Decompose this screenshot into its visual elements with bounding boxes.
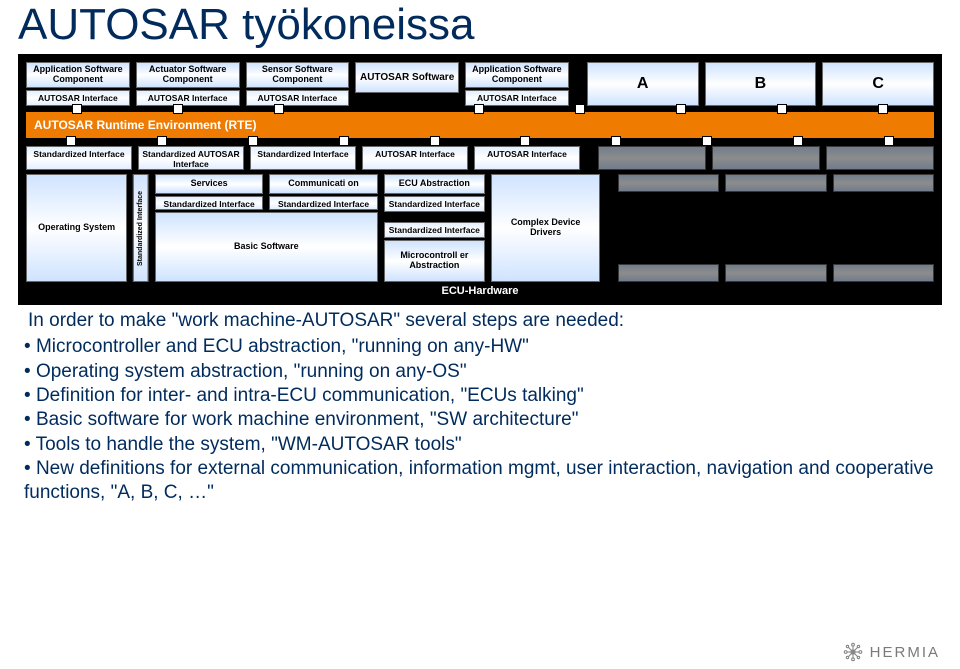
interface-ports-mid (26, 136, 934, 146)
bullet-item: Definition for inter- and intra-ECU comm… (24, 384, 942, 408)
ecu-abstraction-block: ECU Abstraction (384, 174, 485, 194)
extension-b: B (705, 62, 817, 106)
autosar-interface: AUTOSAR Interface (474, 146, 580, 170)
communication-block: Communicati on (269, 174, 377, 194)
standardized-interface: Standardized Interface (269, 196, 377, 210)
extension-a: A (587, 62, 699, 106)
logo-icon (842, 641, 864, 663)
basic-software-block: Basic Software (155, 212, 378, 282)
standardized-interface: Standardized Interface (384, 222, 485, 238)
logo-text: HERMIA (870, 644, 940, 661)
bullet-item: Microcontroller and ECU abstraction, "ru… (24, 335, 942, 359)
extension-c: C (822, 62, 934, 106)
ghost-block (618, 174, 719, 192)
complex-device-drivers: Complex Device Drivers (491, 174, 600, 282)
standardized-interface: Standardized Interface (26, 146, 132, 170)
ghost-block (833, 174, 934, 192)
standardized-interface-vertical: Standardized Interface (133, 174, 149, 282)
operating-system: Operating System (26, 174, 127, 282)
architecture-diagram: Application Software Component AUTOSAR I… (18, 54, 942, 305)
standardized-interface: Standardized Interface (250, 146, 356, 170)
app-sw-component-2: Application Software Component (465, 62, 569, 88)
autosar-interface: AUTOSAR Interface (362, 146, 468, 170)
ghost-interface-b (712, 146, 820, 170)
ghost-block (618, 264, 719, 282)
ghost-block (725, 174, 826, 192)
services-block: Services (155, 174, 263, 194)
ghost-interface-c (826, 146, 934, 170)
bullet-item: Basic software for work machine environm… (24, 408, 942, 432)
standardized-autosar-interface: Standardized AUTOSAR Interface (138, 146, 244, 170)
page-title: AUTOSAR työkoneissa (18, 0, 942, 50)
bullet-item: New definitions for external communicati… (24, 457, 942, 506)
microcontroller-abstraction-block: Microcontroll er Abstraction (384, 240, 485, 282)
autosar-interface: AUTOSAR Interface (136, 90, 240, 106)
standardized-interface: Standardized Interface (384, 196, 485, 212)
ecu-hardware-label: ECU-Hardware (26, 285, 934, 297)
bullets-lead: In order to make "work machine-AUTOSAR" … (28, 309, 942, 333)
sensor-sw-component: Sensor Software Component (246, 62, 350, 88)
bullet-text: In order to make "work machine-AUTOSAR" … (18, 309, 942, 506)
actuator-sw-component: Actuator Software Component (136, 62, 240, 88)
bullet-item: Tools to handle the system, "WM-AUTOSAR … (24, 433, 942, 457)
ghost-block (833, 264, 934, 282)
ellipsis: .............. (355, 95, 459, 106)
ghost-block (725, 264, 826, 282)
rte-layer: AUTOSAR Runtime Environment (RTE) (26, 112, 934, 138)
ghost-interface-a (598, 146, 706, 170)
standardized-interface: Standardized Interface (155, 196, 263, 210)
autosar-software: AUTOSAR Software (355, 62, 459, 93)
hermia-logo: HERMIA (842, 641, 940, 663)
autosar-interface: AUTOSAR Interface (246, 90, 350, 106)
app-sw-component-1: Application Software Component (26, 62, 130, 88)
bullet-item: Operating system abstraction, "running o… (24, 360, 942, 384)
